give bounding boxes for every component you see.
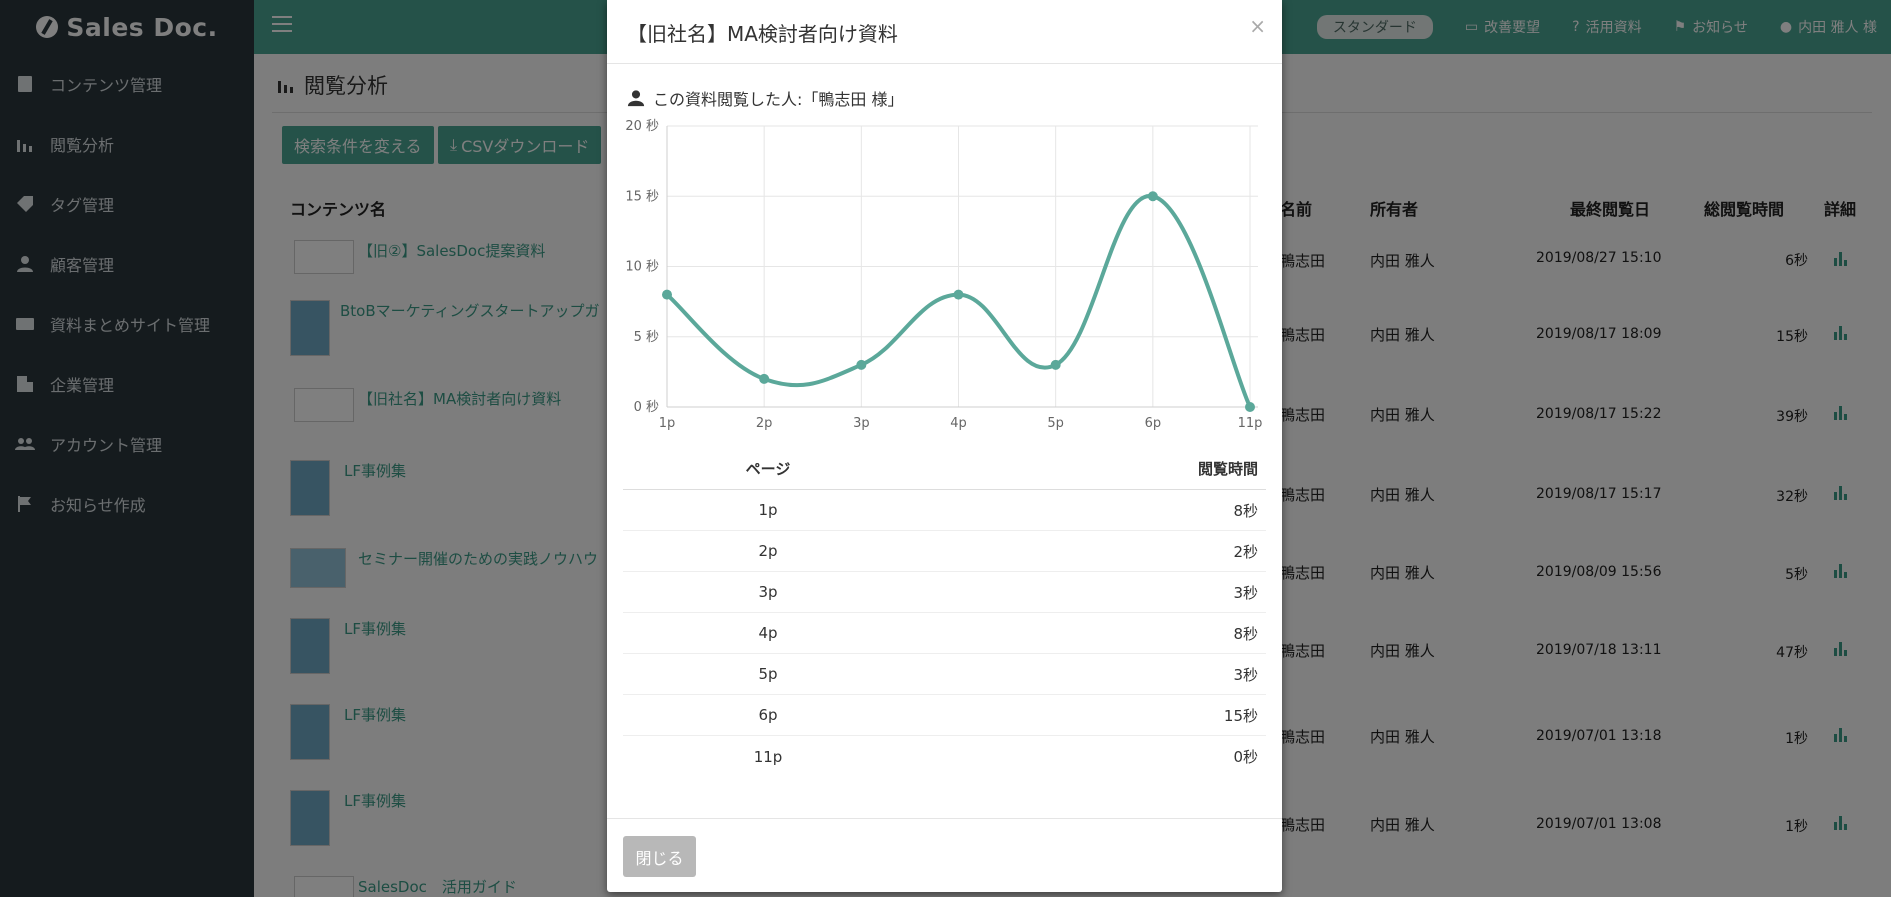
data-point (856, 359, 867, 370)
viewer-info: この資料閲覧した人:「鴨志田 様」 (627, 86, 903, 110)
y-tick-label: 20 秒 (625, 119, 659, 134)
data-point (1245, 402, 1255, 412)
column-page: ページ (745, 460, 791, 478)
table-header: ページ 閲覧時間 (623, 448, 1266, 490)
y-tick-label: 5 秒 (634, 330, 659, 345)
time-cell: 8秒 (1233, 624, 1258, 643)
y-tick-label: 10 秒 (625, 260, 659, 275)
person-icon (627, 90, 645, 107)
data-point (1147, 191, 1158, 202)
time-cell: 3秒 (1233, 665, 1258, 684)
table-row: 5p 3秒 (623, 654, 1266, 695)
time-cell: 0秒 (1233, 748, 1258, 766)
y-tick-label: 0 秒 (634, 400, 659, 415)
data-point (759, 373, 770, 384)
time-cell: 3秒 (1233, 583, 1258, 602)
divider (607, 818, 1282, 819)
page-cell: 11p (753, 747, 783, 766)
x-tick-label: 1p (659, 416, 676, 431)
page-cell: 2p (758, 542, 778, 560)
page-cell: 6p (758, 706, 778, 724)
page-cell: 3p (758, 583, 778, 601)
x-tick-label: 6p (1145, 416, 1162, 431)
column-view-time: 閲覧時間 (1197, 460, 1258, 478)
table-row: 1p 8秒 (623, 490, 1266, 531)
data-point (953, 289, 964, 300)
data-point (1050, 359, 1061, 370)
table-row: 6p 15秒 (623, 695, 1266, 736)
close-button[interactable]: 閉じる (623, 836, 696, 877)
x-tick-label: 4p (950, 416, 967, 431)
table-row: 11p 0秒 (623, 736, 1266, 777)
time-cell: 2秒 (1233, 542, 1258, 561)
page-cell: 4p (758, 624, 778, 642)
page-time-modal: 【旧社名】MA検討者向け資料 × この資料閲覧した人:「鴨志田 様」 0 秒 5 … (607, 0, 1282, 892)
page-time-table: ページ 閲覧時間 1p 8秒 2p 2秒 3p 3秒 4p 8秒 5p 3秒 6p 15秒 … (623, 448, 1266, 777)
divider (607, 63, 1282, 64)
table-row: 4p 8秒 (623, 613, 1266, 654)
x-tick-label: 3p (853, 416, 870, 431)
x-tick-label: 2p (756, 416, 773, 431)
table-row: 2p 2秒 (623, 531, 1266, 572)
page-cell: 5p (758, 665, 778, 683)
table-row: 3p 3秒 (623, 572, 1266, 613)
time-cell: 15秒 (1223, 706, 1258, 725)
modal-title: 【旧社名】MA検討者向け資料 (627, 22, 898, 46)
y-tick-label: 15 秒 (625, 189, 659, 204)
time-cell: 8秒 (1233, 501, 1258, 520)
x-tick-label: 5p (1047, 416, 1064, 431)
close-icon[interactable]: × (1249, 14, 1266, 38)
viewer-text: この資料閲覧した人:「鴨志田 様」 (653, 90, 904, 109)
x-tick-label: 11p (1238, 416, 1263, 431)
page-time-line-chart: 0 秒 5 秒 10 秒 15 秒 20 秒 1p 2p 3p 4p 5p 6p 11p (625, 119, 1263, 431)
page-cell: 1p (758, 501, 778, 519)
data-point (662, 289, 672, 300)
